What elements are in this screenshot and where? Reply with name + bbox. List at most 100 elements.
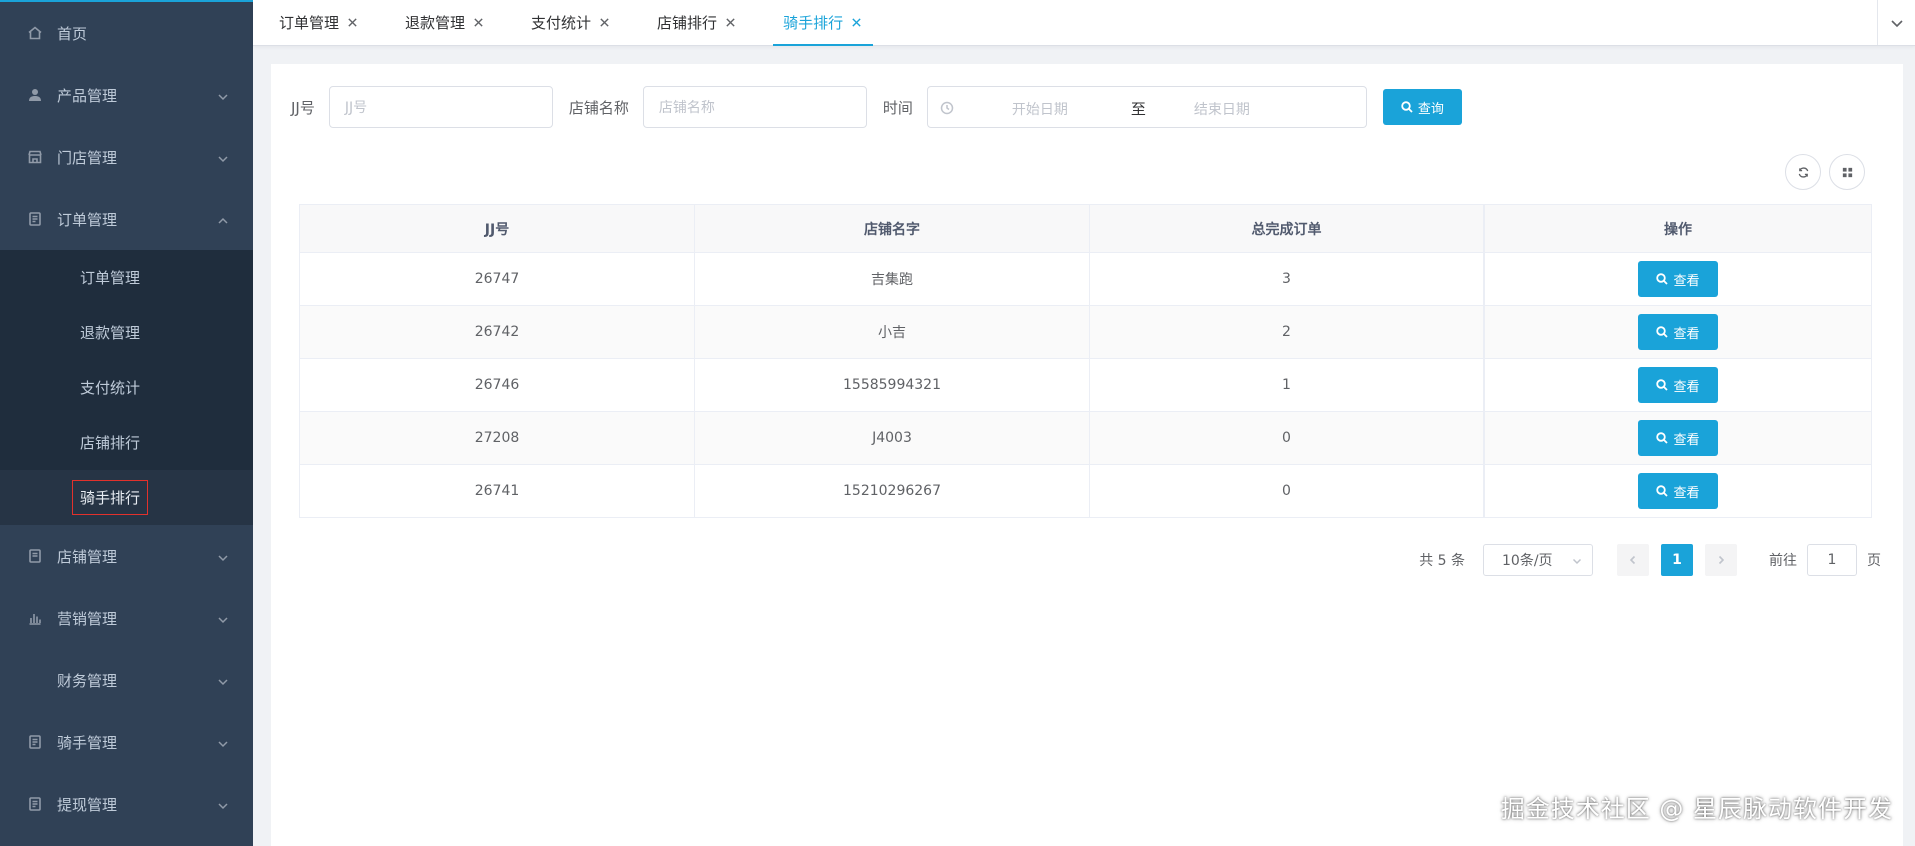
shop-name-label: 店铺名称 bbox=[568, 98, 629, 117]
sidebar-item-products[interactable]: 产品管理 bbox=[0, 64, 253, 126]
sidebar-item-label: 骑手管理 bbox=[57, 733, 118, 752]
page-suffix: 页 bbox=[1867, 553, 1881, 569]
sidebar-item-riders[interactable]: 骑手管理 bbox=[0, 711, 253, 773]
watermark: 掘金技术社区 @ 星辰脉动软件开发 bbox=[1500, 795, 1893, 823]
sidebar-item-label: 产品管理 bbox=[57, 86, 118, 105]
view-button[interactable]: 查看 bbox=[1638, 420, 1718, 456]
tabs-bar: 订单管理 退款管理 支付统计 店铺排行 骑手排行 bbox=[253, 0, 1915, 46]
table-row: 26746 15585994321 1 查看 bbox=[300, 359, 1871, 412]
refresh-button[interactable] bbox=[1785, 154, 1821, 190]
header-shop-name: 店铺名字 bbox=[695, 205, 1090, 252]
view-button[interactable]: 查看 bbox=[1638, 367, 1718, 403]
prev-page-button[interactable] bbox=[1617, 544, 1649, 576]
rider-icon bbox=[26, 733, 44, 751]
jj-input[interactable]: JJ号 bbox=[328, 86, 553, 128]
tab-rider-ranking[interactable]: 骑手排行 bbox=[773, 0, 874, 46]
main-area: 订单管理 退款管理 支付统计 店铺排行 骑手排行 JJ号 JJ号 店铺名称 店铺… bbox=[253, 0, 1915, 846]
page-size-select[interactable]: 10条/页 bbox=[1483, 544, 1593, 576]
sidebar-item-stores[interactable]: 门店管理 bbox=[0, 126, 253, 188]
sidebar-item-finance[interactable]: 财务管理 bbox=[0, 649, 253, 711]
table-row: 26742 小吉 2 查看 bbox=[300, 306, 1871, 359]
order-icon bbox=[26, 210, 44, 228]
chevron-down-icon bbox=[217, 798, 229, 810]
cell-actions: 查看 bbox=[1485, 359, 1871, 411]
start-date-input[interactable]: 开始日期 bbox=[1012, 99, 1068, 119]
search-button[interactable]: 查询 bbox=[1382, 89, 1462, 125]
tab-payment-stats[interactable]: 支付统计 bbox=[521, 0, 621, 45]
cell-actions: 查看 bbox=[1485, 412, 1871, 464]
sidebar-item-withdraw[interactable]: 提现管理 bbox=[0, 773, 253, 835]
submenu-item-payment-stats[interactable]: 支付统计 bbox=[0, 360, 253, 415]
sidebar-item-label: 营销管理 bbox=[57, 609, 118, 628]
withdraw-icon bbox=[26, 795, 44, 813]
tab-label: 店铺排行 bbox=[657, 14, 718, 32]
tab-label: 骑手排行 bbox=[783, 14, 844, 32]
sidebar-item-label: 订单管理 bbox=[57, 210, 118, 229]
tab-label: 支付统计 bbox=[531, 14, 592, 32]
header-total-orders: 总完成订单 bbox=[1090, 205, 1485, 252]
sidebar-item-marketing[interactable]: 营销管理 bbox=[0, 587, 253, 649]
view-button-label: 查看 bbox=[1673, 326, 1700, 342]
shop-icon bbox=[26, 547, 44, 565]
end-date-input[interactable]: 结束日期 bbox=[1194, 99, 1250, 119]
time-label: 时间 bbox=[882, 98, 913, 117]
cell-jj: 26746 bbox=[300, 359, 695, 411]
chevron-down-icon bbox=[217, 550, 229, 562]
chevron-up-icon bbox=[217, 213, 229, 225]
close-icon[interactable] bbox=[473, 17, 485, 29]
tab-shop-ranking[interactable]: 店铺排行 bbox=[647, 0, 747, 45]
cell-total-orders: 3 bbox=[1090, 253, 1485, 305]
cell-actions: 查看 bbox=[1485, 465, 1871, 517]
sidebar-item-label: 门店管理 bbox=[57, 148, 118, 167]
close-icon[interactable] bbox=[851, 17, 863, 29]
jj-label: JJ号 bbox=[291, 98, 315, 117]
tab-refund-management[interactable]: 退款管理 bbox=[395, 0, 495, 45]
view-button[interactable]: 查看 bbox=[1638, 473, 1718, 509]
refresh-icon bbox=[1798, 166, 1808, 178]
content-card: JJ号 JJ号 店铺名称 店铺名称 时间 开始日期 至 结束日期 查询 JJ号 … bbox=[271, 64, 1903, 846]
tab-order-management[interactable]: 订单管理 bbox=[269, 0, 369, 45]
sidebar-item-orders[interactable]: 订单管理 bbox=[0, 188, 253, 250]
columns-button[interactable] bbox=[1829, 154, 1865, 190]
submenu-item-rider-ranking[interactable]: 骑手排行 bbox=[0, 470, 253, 525]
filter-bar: JJ号 JJ号 店铺名称 店铺名称 时间 开始日期 至 结束日期 查询 bbox=[291, 86, 1462, 128]
cell-jj: 26747 bbox=[300, 253, 695, 305]
close-icon[interactable] bbox=[347, 17, 359, 29]
page-number-1[interactable]: 1 bbox=[1661, 544, 1693, 576]
next-page-button[interactable] bbox=[1705, 544, 1737, 576]
cell-shop-name: J4003 bbox=[695, 412, 1090, 464]
submenu-item-refund-management[interactable]: 退款管理 bbox=[0, 305, 253, 360]
cell-shop-name: 小吉 bbox=[695, 306, 1090, 358]
chevron-down-icon bbox=[217, 674, 229, 686]
header-jj: JJ号 bbox=[300, 205, 695, 252]
rider-ranking-table: JJ号 店铺名字 总完成订单 操作 26747 吉集跑 3 查看 26742 小… bbox=[299, 204, 1872, 518]
close-icon[interactable] bbox=[599, 17, 611, 29]
cell-jj: 27208 bbox=[300, 412, 695, 464]
submenu-item-shop-ranking[interactable]: 店铺排行 bbox=[0, 415, 253, 470]
view-button-label: 查看 bbox=[1673, 485, 1700, 501]
search-icon bbox=[1656, 379, 1669, 391]
view-button[interactable]: 查看 bbox=[1638, 261, 1718, 297]
tab-label: 退款管理 bbox=[405, 14, 466, 32]
shop-name-input[interactable]: 店铺名称 bbox=[642, 86, 867, 128]
cell-shop-name: 吉集跑 bbox=[695, 253, 1090, 305]
sidebar-item-home[interactable]: 首页 bbox=[0, 2, 253, 64]
chevron-right-icon bbox=[1718, 555, 1725, 565]
range-separator: 至 bbox=[1130, 100, 1146, 118]
view-button-label: 查看 bbox=[1673, 273, 1700, 289]
sidebar-item-shops[interactable]: 店铺管理 bbox=[0, 525, 253, 587]
pagination: 共 5 条 10条/页 1 前往 1 页 bbox=[1419, 544, 1881, 576]
close-icon[interactable] bbox=[725, 17, 737, 29]
cell-jj: 26741 bbox=[300, 465, 695, 517]
view-button[interactable]: 查看 bbox=[1638, 314, 1718, 350]
search-icon bbox=[1656, 273, 1669, 285]
cell-shop-name: 15585994321 bbox=[695, 359, 1090, 411]
date-range-picker[interactable]: 开始日期 至 结束日期 bbox=[926, 86, 1367, 128]
header-actions: 操作 bbox=[1664, 221, 1692, 238]
tabs-dropdown-button[interactable] bbox=[1877, 0, 1915, 45]
grid-icon bbox=[1842, 167, 1852, 177]
chevron-down-icon bbox=[217, 736, 229, 748]
search-button-label: 查询 bbox=[1417, 101, 1444, 117]
submenu-item-order-management[interactable]: 订单管理 bbox=[0, 250, 253, 305]
goto-page-input[interactable]: 1 bbox=[1807, 544, 1857, 576]
